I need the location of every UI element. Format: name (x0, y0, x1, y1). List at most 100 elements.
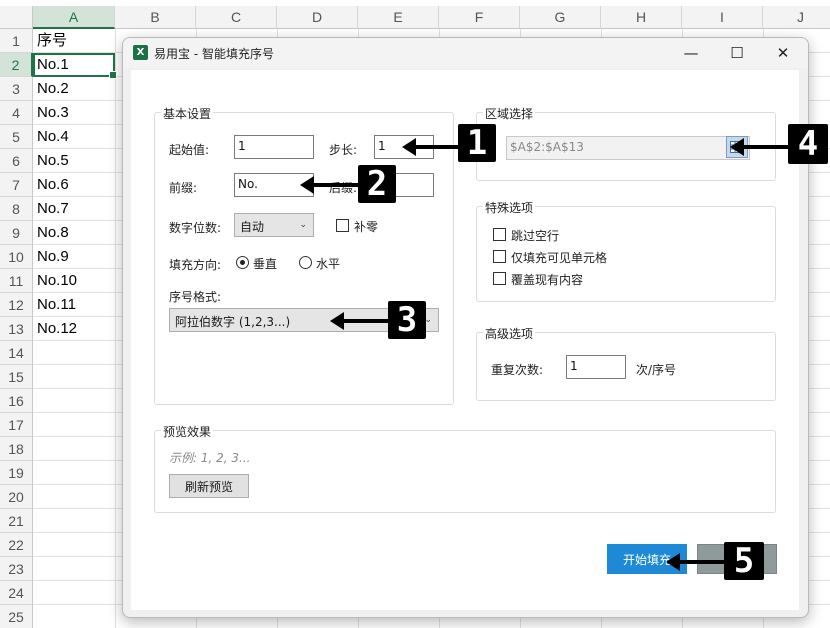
row-header[interactable]: 9 (0, 221, 33, 245)
pad-zero-label: 补零 (354, 220, 379, 234)
direction-label: 填充方向: (169, 258, 222, 272)
callout-arrow-3 (330, 312, 390, 330)
start-value-label: 起始值: (169, 143, 210, 157)
row-header[interactable]: 22 (0, 533, 33, 557)
cell-a6[interactable]: No.5 (37, 149, 115, 173)
column-header-i[interactable]: I (682, 6, 763, 29)
column-header-h[interactable]: H (601, 6, 682, 29)
column-header-j[interactable]: J (763, 6, 830, 29)
digits-label: 数字位数: (169, 221, 222, 235)
callout-2: 2 (358, 164, 396, 204)
format-label: 序号格式: (169, 290, 222, 304)
digits-select-value: 自动 (240, 220, 265, 234)
column-header-c[interactable]: C (196, 6, 277, 29)
row-header[interactable]: 18 (0, 437, 33, 461)
range-selection-title: 区域选择 (483, 105, 536, 122)
repeat-input[interactable]: 1 (566, 355, 626, 379)
minimize-button[interactable]: — (668, 38, 714, 68)
row-header[interactable]: 21 (0, 509, 33, 533)
cell-a3[interactable]: No.2 (37, 77, 115, 101)
callout-arrow-5 (666, 553, 726, 571)
column-header-f[interactable]: F (439, 6, 520, 29)
prefix-label: 前缀: (169, 181, 198, 195)
callout-5: 5 (724, 541, 764, 581)
row-header[interactable]: 23 (0, 557, 33, 581)
callout-arrow-2 (300, 176, 360, 194)
select-all-corner[interactable] (0, 6, 33, 29)
cell-a13[interactable]: No.12 (37, 317, 115, 341)
chevron-down-icon: ⌄ (299, 220, 307, 230)
horizontal-label: 水平 (316, 257, 341, 271)
overwrite-label: 覆盖现有内容 (511, 273, 584, 287)
digits-select[interactable]: 自动 ⌄ (234, 213, 314, 237)
horizontal-radio[interactable] (299, 256, 312, 269)
row-header[interactable]: 15 (0, 365, 33, 389)
column-header-b[interactable]: B (115, 6, 196, 29)
column-header-g[interactable]: G (520, 6, 601, 29)
row-header[interactable]: 6 (0, 149, 33, 173)
visible-only-label: 仅填充可见单元格 (511, 251, 608, 265)
advanced-options-group: 高级选项 重复次数: 1 次/序号 (476, 325, 776, 401)
row-header[interactable]: 25 (0, 605, 33, 628)
excel-app-icon: X (133, 45, 148, 60)
row-header[interactable]: 8 (0, 197, 33, 221)
refresh-preview-button[interactable]: 刷新预览 (169, 474, 249, 498)
row-header[interactable]: 19 (0, 461, 33, 485)
active-cell-cursor (33, 53, 117, 79)
row-header[interactable]: 20 (0, 485, 33, 509)
pad-zero-checkbox[interactable] (336, 219, 349, 232)
skip-empty-checkbox[interactable] (493, 228, 506, 241)
column-header-a[interactable]: A (33, 6, 115, 29)
step-label: 步长: (329, 143, 358, 157)
advanced-options-title: 高级选项 (483, 325, 536, 342)
callout-arrow-4 (730, 138, 790, 156)
row-header[interactable]: 3 (0, 77, 33, 101)
close-button[interactable]: ✕ (760, 38, 806, 68)
repeat-unit-label: 次/序号 (636, 363, 677, 377)
preview-title: 预览效果 (161, 423, 214, 440)
vertical-radio[interactable] (236, 256, 249, 269)
cell-a4[interactable]: No.3 (37, 101, 115, 125)
maximize-button[interactable]: ☐ (714, 38, 760, 68)
special-options-title: 特殊选项 (483, 199, 536, 216)
cell-a10[interactable]: No.9 (37, 245, 115, 269)
format-select-value: 阿拉伯数字 (1,2,3...) (175, 315, 291, 329)
callout-arrow-1 (402, 138, 460, 156)
range-input[interactable]: $A$2:$A$13 (506, 136, 750, 160)
row-header[interactable]: 16 (0, 389, 33, 413)
cell-a11[interactable]: No.10 (37, 269, 115, 293)
preview-group: 预览效果 示例: 1, 2, 3... 刷新预览 (154, 423, 776, 513)
row-header[interactable]: 10 (0, 245, 33, 269)
grid-line (115, 29, 116, 628)
overwrite-checkbox[interactable] (493, 272, 506, 285)
row-header[interactable]: 17 (0, 413, 33, 437)
basic-settings-title: 基本设置 (161, 105, 214, 122)
row-header[interactable]: 12 (0, 293, 33, 317)
column-header-e[interactable]: E (358, 6, 439, 29)
title-bar[interactable]: X 易用宝 - 智能填充序号 — ☐ ✕ (123, 38, 808, 68)
row-header[interactable]: 11 (0, 269, 33, 293)
row-header[interactable]: 1 (0, 29, 33, 53)
visible-only-checkbox[interactable] (493, 250, 506, 263)
row-header[interactable]: 2 (0, 53, 33, 77)
cell-a5[interactable]: No.4 (37, 125, 115, 149)
skip-empty-label: 跳过空行 (511, 229, 560, 243)
callout-3: 3 (388, 300, 426, 340)
row-header[interactable]: 7 (0, 173, 33, 197)
row-header[interactable]: 4 (0, 101, 33, 125)
row-header[interactable]: 13 (0, 317, 33, 341)
cell-a7[interactable]: No.6 (37, 173, 115, 197)
cell-a8[interactable]: No.7 (37, 197, 115, 221)
start-value-input[interactable]: 1 (234, 135, 314, 159)
column-header-d[interactable]: D (277, 6, 358, 29)
cell-a12[interactable]: No.11 (37, 293, 115, 317)
row-header[interactable]: 24 (0, 581, 33, 605)
vertical-label: 垂直 (253, 257, 278, 271)
dialog-title: 易用宝 - 智能填充序号 (154, 47, 274, 61)
preview-example-text: 示例: 1, 2, 3... (169, 451, 251, 465)
cell-a1[interactable]: 序号 (37, 29, 115, 53)
cell-a9[interactable]: No.8 (37, 221, 115, 245)
row-header[interactable]: 14 (0, 341, 33, 365)
row-header[interactable]: 5 (0, 125, 33, 149)
callout-4: 4 (788, 124, 828, 164)
